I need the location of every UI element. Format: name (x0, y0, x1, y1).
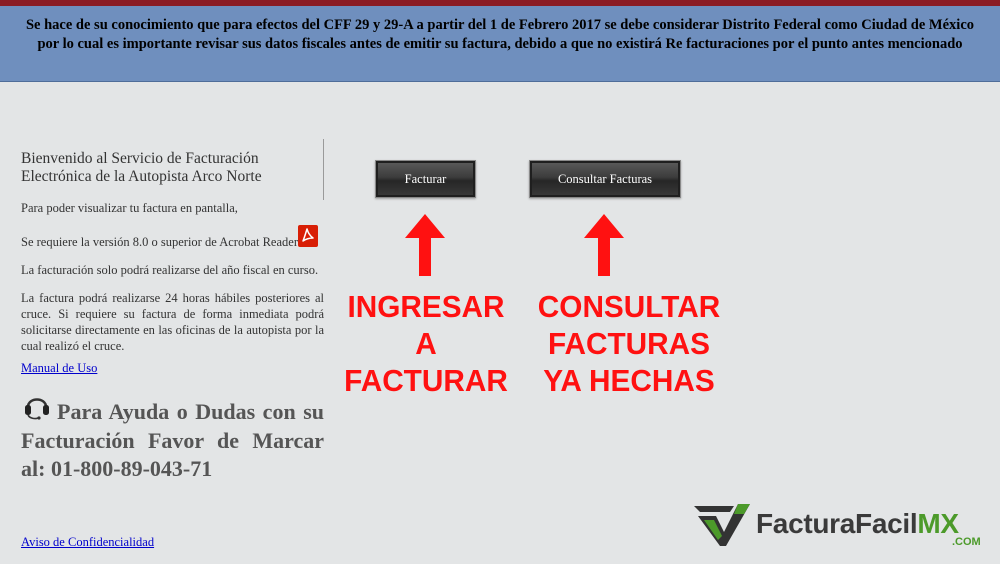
notice-banner: Se hace de su conocimiento que para efec… (0, 6, 1000, 82)
pdf-icon[interactable] (297, 224, 319, 248)
arrow-up-icon (584, 214, 624, 276)
acrobat-requirement-text: Se requiere la versión 8.0 o superior de… (21, 235, 298, 249)
arrow-up-icon (405, 214, 445, 276)
facturafacil-logo: FacturaFacilMX .COM (694, 500, 994, 552)
help-phone-text: Para Ayuda o Dudas con su Facturación Fa… (21, 399, 324, 481)
fiscal-year-text: La facturación solo podrá realizarse del… (21, 263, 319, 277)
logo-check-icon (694, 504, 750, 546)
facturar-button[interactable]: Facturar (375, 160, 476, 198)
annotation-consultar: CONSULTAR FACTURAS YA HECHAS (527, 288, 731, 399)
logo-domain: .COM (952, 536, 981, 548)
welcome-line-2: Electrónica de la Autopista Arco Norte (21, 168, 262, 185)
annotation-line: INGRESAR (347, 289, 505, 324)
notice-line-2: por lo cual es importante revisar sus da… (37, 36, 963, 52)
logo-mx-text: MX (917, 508, 959, 539)
vertical-divider (323, 139, 324, 200)
annotation-ingresar: INGRESAR A FACTURAR (335, 288, 517, 399)
welcome-title: Bienvenido al Servicio de Facturación El… (21, 150, 311, 186)
notice-line-1: Se hace de su conocimiento que para efec… (25, 17, 974, 33)
annotation-line: FACTURAR (344, 363, 508, 398)
logo-text: FacturaFacilMX (756, 508, 959, 540)
privacy-link[interactable]: Aviso de Confidencialidad (21, 535, 154, 550)
view-info-text: Para poder visualizar tu factura en pant… (21, 201, 238, 215)
logo-main-text: FacturaFacil (756, 508, 918, 539)
manual-link[interactable]: Manual de Uso (21, 361, 97, 376)
annotation-line: A (415, 326, 437, 361)
annotation-line: CONSULTAR (537, 289, 721, 324)
consultar-facturas-button[interactable]: Consultar Facturas (529, 160, 681, 198)
hours-info-text: La factura podrá realizarse 24 horas háb… (21, 291, 324, 353)
annotation-line: YA HECHAS (543, 363, 715, 398)
welcome-line-1: Bienvenido al Servicio de Facturación (21, 150, 259, 167)
annotation-line: FACTURAS (547, 326, 711, 361)
